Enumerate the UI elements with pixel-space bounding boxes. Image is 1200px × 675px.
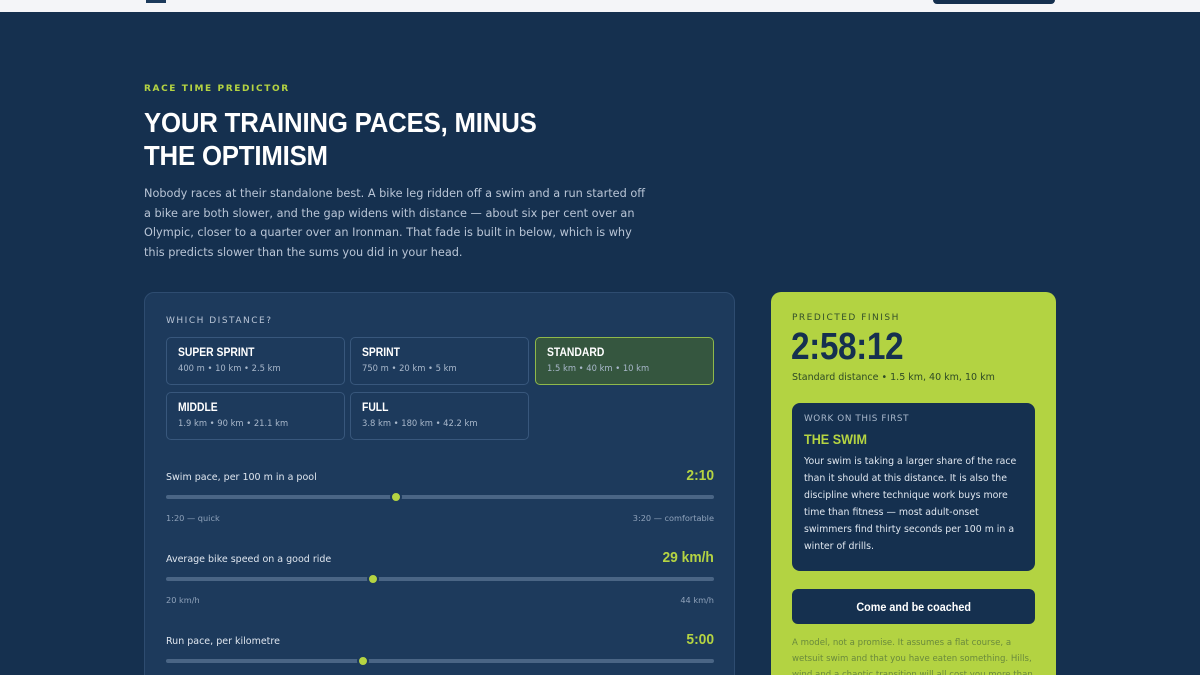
run-pace-slider-group: Run pace, per kilometre 5:00 xyxy=(166,631,714,671)
option-distances: 1.5 km • 40 km • 10 km xyxy=(547,363,650,373)
result-eyebrow: Predicted finish xyxy=(792,313,900,323)
option-name: Super Sprint xyxy=(178,347,255,359)
distance-label: Which distance? xyxy=(166,316,273,326)
bike-speed-label: Average bike speed on a good ride xyxy=(166,554,332,565)
option-name: Sprint xyxy=(362,347,400,359)
calculator-panel: Which distance? Super Sprint 400 m • 10 … xyxy=(144,292,735,675)
swim-pace-slider-group: Swim pace, per 100 m in a pool 2:10 1:20… xyxy=(166,467,714,527)
logo-icon[interactable] xyxy=(146,0,166,3)
hero-lede: Nobody races at their standalone best. A… xyxy=(144,187,646,259)
run-pace-thumb[interactable] xyxy=(357,655,370,667)
distance-option-middle[interactable]: Middle 1.9 km • 90 km • 21.1 km xyxy=(166,392,345,440)
bike-speed-slider-group: Average bike speed on a good ride 29 km/… xyxy=(166,549,714,609)
page-title: Your training paces, minus the optimism xyxy=(144,107,537,171)
predicted-time: 2:58:12 xyxy=(791,326,904,368)
distance-option-sprint[interactable]: Sprint 750 m • 20 km • 5 km xyxy=(350,337,529,385)
focus-eyebrow: Work on this first xyxy=(804,414,910,424)
bike-speed-min: 20 km/h xyxy=(166,595,200,605)
option-name: Standard xyxy=(547,347,605,359)
focus-title: The swim xyxy=(804,431,867,447)
distance-option-full[interactable]: Full 3.8 km • 180 km • 42.2 km xyxy=(350,392,529,440)
disclaimer-text: A model, not a promise. It assumes a fla… xyxy=(792,638,1033,675)
focus-card: Work on this first The swim Your swim is… xyxy=(792,403,1035,571)
option-distances: 1.9 km • 90 km • 21.1 km xyxy=(178,418,289,428)
result-panel: Predicted finish 2:58:12 Standard distan… xyxy=(771,292,1056,675)
option-name: Middle xyxy=(178,402,218,414)
nav-cta-button[interactable] xyxy=(933,0,1055,4)
swim-pace-thumb[interactable] xyxy=(390,491,403,503)
result-distance-line: Standard distance • 1.5 km, 40 km, 10 km xyxy=(792,372,995,383)
option-distances: 750 m • 20 km • 5 km xyxy=(362,363,457,373)
hero-eyebrow: Race time predictor xyxy=(144,84,290,94)
run-pace-track[interactable] xyxy=(166,655,714,667)
coach-cta-button[interactable]: Come and be coached xyxy=(792,589,1035,624)
run-pace-label: Run pace, per kilometre xyxy=(166,636,280,647)
hero-section: Race time predictor Your training paces,… xyxy=(144,84,664,262)
swim-pace-min: 1:20 — quick xyxy=(166,513,220,523)
option-name: Full xyxy=(362,402,389,414)
bike-speed-thumb[interactable] xyxy=(367,573,380,585)
option-distances: 3.8 km • 180 km • 42.2 km xyxy=(362,418,478,428)
coach-cta-label: Come and be coached xyxy=(856,599,971,614)
top-nav-bar xyxy=(0,0,1200,12)
swim-pace-value: 2:10 xyxy=(686,467,714,484)
swim-pace-max: 3:20 — comfortable xyxy=(632,513,714,523)
bike-speed-value: 29 km/h xyxy=(662,549,714,566)
bike-speed-track[interactable] xyxy=(166,573,714,585)
distance-option-super-sprint[interactable]: Super Sprint 400 m • 10 km • 2.5 km xyxy=(166,337,345,385)
run-pace-value: 5:00 xyxy=(686,631,714,648)
swim-pace-label: Swim pace, per 100 m in a pool xyxy=(166,472,317,483)
bike-speed-max: 44 km/h xyxy=(680,595,714,605)
option-distances: 400 m • 10 km • 2.5 km xyxy=(178,363,281,373)
focus-body: Your swim is taking a larger share of th… xyxy=(804,456,1017,552)
distance-option-standard[interactable]: Standard 1.5 km • 40 km • 10 km xyxy=(535,337,714,385)
swim-pace-track[interactable] xyxy=(166,491,714,503)
